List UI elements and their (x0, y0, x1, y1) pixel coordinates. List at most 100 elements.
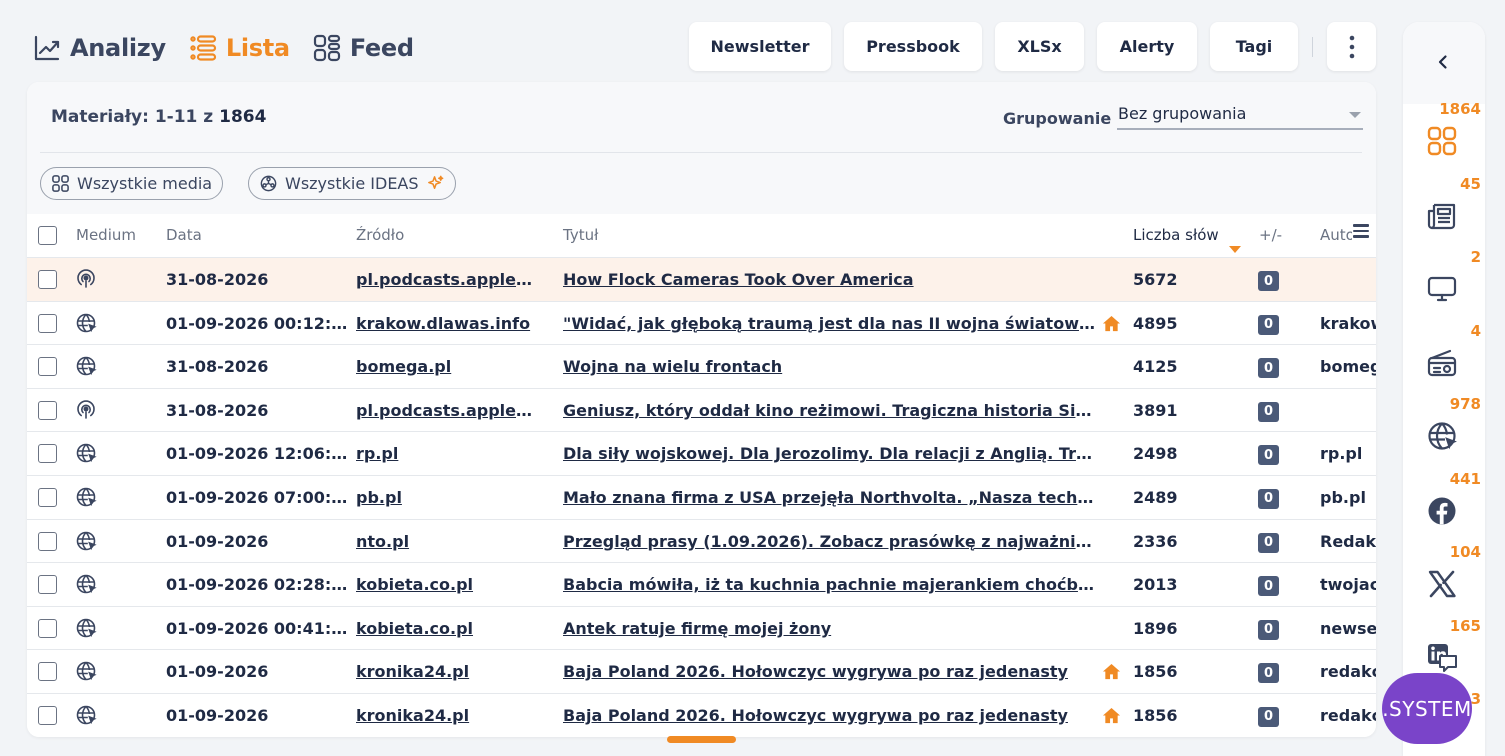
globe-icon (75, 704, 97, 726)
podcast-icon (75, 399, 97, 421)
row-checkbox[interactable] (38, 487, 57, 507)
row-title-link[interactable]: Antek ratuje firmę mojej żony (563, 619, 1098, 638)
globe-icon (75, 486, 97, 508)
row-diff-badge: 0 (1258, 401, 1279, 422)
horizontal-scrollbar[interactable] (667, 736, 736, 743)
alerty-button[interactable]: Alerty (1097, 22, 1197, 71)
row-author: Redakc (1320, 531, 1376, 551)
newspaper-icon[interactable] (1426, 200, 1458, 232)
linkedin-icon[interactable] (1426, 642, 1458, 674)
newsletter-button[interactable]: Newsletter (689, 22, 831, 71)
select-all-checkbox[interactable] (38, 226, 57, 245)
x-icon[interactable] (1426, 568, 1458, 600)
row-source-link[interactable]: pl.podcasts.apple.c... (356, 270, 536, 289)
col-word-count[interactable]: Liczba słów (1133, 226, 1219, 244)
row-title-link[interactable]: "Widać, jak głęboką traumą jest dla nas … (563, 314, 1098, 333)
row-title-link[interactable]: Baja Poland 2026. Hołowczyc wygrywa po r… (563, 662, 1098, 681)
row-diff-badge: 0 (1258, 532, 1279, 553)
row-title-link[interactable]: Geniusz, który oddał kino reżimowi. Trag… (563, 401, 1098, 420)
row-source-link[interactable]: kronika24.pl (356, 662, 536, 681)
row-checkbox[interactable] (38, 618, 57, 638)
table-row[interactable]: 31-08-2026 bomega.pl Wojna na wielu fronta… (27, 345, 1376, 389)
row-checkbox[interactable] (38, 270, 57, 289)
row-checkbox[interactable] (38, 313, 57, 333)
table-row[interactable]: 01-09-2026 kronika24.pl Baja Poland 2026. … (27, 650, 1376, 694)
table-row[interactable]: 01-09-2026 02:28:00 kobieta.co.pl Babcia m… (27, 563, 1376, 607)
row-word-count: 2336 (1133, 531, 1178, 551)
row-title-link[interactable]: Wojna na wielu frontach (563, 357, 1098, 376)
media-filter-chip[interactable]: Wszystkie media (40, 167, 224, 200)
table-row[interactable]: 01-09-2026 kronika24.pl Baja Poland 2026. … (27, 693, 1376, 737)
tab-lista[interactable]: Lista (188, 33, 290, 63)
row-source-link[interactable]: kronika24.pl (356, 706, 536, 725)
table-row[interactable]: 01-09-2026 00:12:00 krakow.dlawas.info "Wi… (27, 301, 1376, 346)
row-word-count: 2013 (1133, 575, 1178, 595)
table-row[interactable]: 31-08-2026 pl.podcasts.apple.c... Geniusz,… (27, 388, 1376, 433)
row-checkbox[interactable] (38, 705, 57, 725)
row-author: pb.pl (1320, 487, 1366, 507)
sort-desc-icon (1229, 246, 1241, 253)
row-checkbox[interactable] (38, 400, 57, 420)
col-author[interactable]: Autor (1320, 226, 1352, 244)
row-title-link[interactable]: Mało znana firma z USA przejęła Northvol… (563, 488, 1098, 507)
ideas-filter-chip[interactable]: Wszystkie IDEAS (248, 167, 456, 200)
row-word-count: 3891 (1133, 400, 1178, 420)
row-title-link[interactable]: Babcia mówiła, iż ta kuchnia pachnie maj… (563, 575, 1098, 594)
table-row[interactable]: 01-09-2026 07:00:00 pb.pl Mało znana firma… (27, 475, 1376, 520)
results-count: Materiały: 1-11 z 1864 (51, 107, 266, 127)
chevron-left-icon[interactable] (1433, 52, 1453, 72)
row-title-link[interactable]: How Flock Cameras Took Over America (563, 270, 1098, 289)
system-assistant-button[interactable]: .SYSTEM (1382, 673, 1472, 744)
tab-feed[interactable]: Feed (312, 33, 414, 63)
table-row[interactable]: 31-08-2026 pl.podcasts.apple.c... How Floc… (27, 258, 1376, 302)
col-source[interactable]: Źródło (356, 226, 404, 244)
radio-icon[interactable] (1426, 347, 1458, 379)
tab-analizy[interactable]: Analizy (32, 33, 166, 63)
row-date: 01-09-2026 07:00:00 (166, 487, 351, 507)
row-source-link[interactable]: bomega.pl (356, 357, 536, 376)
sidebar-count: 978 (1449, 395, 1481, 413)
all-media-icon[interactable] (1426, 125, 1458, 157)
table-row[interactable]: 01-09-2026 12:06:00 rp.pl Dla siły wojskow… (27, 432, 1376, 476)
tv-icon[interactable] (1426, 273, 1458, 305)
row-title-link[interactable]: Baja Poland 2026. Hołowczyc wygrywa po r… (563, 706, 1098, 725)
row-checkbox[interactable] (38, 444, 57, 464)
row-checkbox[interactable] (38, 531, 57, 551)
row-source-link[interactable]: pl.podcasts.apple.c... (356, 401, 536, 420)
col-medium[interactable]: Medium (76, 226, 136, 244)
all-media-icon (52, 175, 69, 192)
col-date[interactable]: Data (166, 226, 202, 244)
row-title-link[interactable]: Dla siły wojskowej. Dla Jerozolimy. Dla … (563, 444, 1098, 463)
kebab-menu-icon (1349, 35, 1354, 58)
facebook-icon[interactable] (1426, 495, 1458, 527)
podcast-icon (75, 268, 97, 290)
table-row[interactable]: 01-09-2026 00:41:00 kobieta.co.pl Antek ra… (27, 606, 1376, 651)
row-checkbox[interactable] (38, 662, 57, 682)
row-source-link[interactable]: kobieta.co.pl (356, 619, 536, 638)
table-row[interactable]: 01-09-2026 nto.pl Przegląd prasy (1.09.202… (27, 519, 1376, 564)
system-assistant-label: .SYSTEM (1382, 696, 1472, 721)
row-title-link[interactable]: Przegląd prasy (1.09.2026). Zobacz prasó… (563, 532, 1098, 551)
more-options-button[interactable] (1327, 22, 1376, 71)
xlsx-button[interactable]: XLSx (995, 22, 1084, 71)
globe-icon[interactable] (1426, 420, 1458, 452)
column-menu-icon[interactable] (1353, 224, 1369, 238)
results-total: 1864 (219, 107, 267, 127)
row-source-link[interactable]: rp.pl (356, 444, 536, 463)
col-diff[interactable]: +/- (1259, 226, 1282, 244)
row-author: krakow (1320, 313, 1376, 333)
row-checkbox[interactable] (38, 357, 57, 377)
row-source-link[interactable]: nto.pl (356, 532, 536, 551)
row-author: rp.pl (1320, 444, 1363, 464)
pressbook-button[interactable]: Pressbook (844, 22, 982, 71)
row-source-link[interactable]: pb.pl (356, 488, 536, 507)
col-title[interactable]: Tytuł (563, 226, 598, 244)
row-source-link[interactable]: kobieta.co.pl (356, 575, 536, 594)
tagi-button[interactable]: Tagi (1210, 22, 1298, 71)
row-source-link[interactable]: krakow.dlawas.info (356, 314, 536, 333)
toolbar-divider (1312, 36, 1313, 57)
sidebar-count: 4 (1470, 322, 1481, 340)
header-divider (40, 152, 1362, 153)
row-checkbox[interactable] (38, 575, 57, 595)
grouping-select[interactable]: Bez grupowania (1117, 100, 1363, 130)
